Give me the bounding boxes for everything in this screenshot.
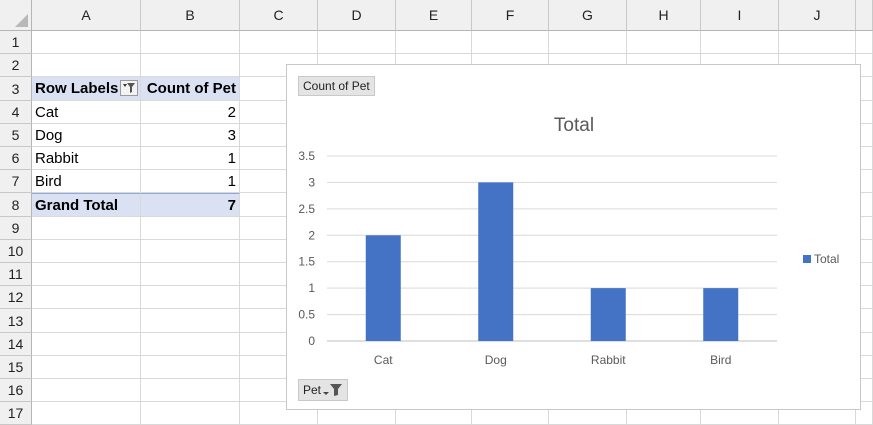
filter-dropdown-icon [323, 383, 343, 403]
cell[interactable] [32, 286, 141, 309]
cell[interactable] [141, 333, 240, 356]
pivot-grand-total-value[interactable]: 7 [141, 193, 240, 217]
chart-plot: Total 00.511.522.533.5 Cat Dog Rabbit Bird … [298, 115, 839, 367]
row-header-9[interactable]: 9 [0, 217, 32, 240]
column-header-C[interactable]: C [240, 0, 318, 31]
pivot-header-count-of-pet[interactable]: Count of Pet [141, 77, 240, 101]
x-tick-label: Dog [485, 353, 507, 367]
pivot-row-value[interactable]: 2 [141, 101, 240, 124]
row-labels-filter-icon[interactable] [120, 80, 138, 96]
cell[interactable] [141, 54, 240, 77]
cell[interactable] [472, 31, 549, 54]
row-header-14[interactable]: 14 [0, 333, 32, 356]
cell[interactable] [141, 286, 240, 309]
x-tick-label: Rabbit [591, 353, 626, 367]
column-header-F[interactable]: F [472, 0, 549, 31]
pet-field-label: Pet [303, 383, 322, 397]
x-tick-label: Cat [374, 353, 393, 367]
row-header-15[interactable]: 15 [0, 356, 32, 379]
y-tick-label: 0.5 [298, 308, 315, 322]
cell[interactable] [701, 31, 779, 54]
pivot-row-value[interactable]: 1 [141, 170, 240, 193]
column-header-A[interactable]: A [32, 0, 141, 31]
y-tick-label: 2.5 [298, 202, 315, 216]
cell[interactable] [779, 31, 856, 54]
x-tick-label: Bird [710, 353, 731, 367]
cell[interactable] [141, 263, 240, 286]
cell[interactable] [240, 31, 318, 54]
column-header-J[interactable]: J [779, 0, 856, 31]
pet-field-button[interactable]: Pet [298, 379, 349, 403]
pivot-row-label[interactable]: Dog [32, 124, 141, 147]
cell[interactable] [141, 402, 240, 425]
cell[interactable] [318, 31, 396, 54]
cell[interactable] [141, 356, 240, 379]
cell[interactable] [32, 333, 141, 356]
cell[interactable] [141, 309, 240, 333]
legend-swatch [803, 255, 811, 263]
y-tick-label: 0 [308, 334, 315, 348]
pivot-chart[interactable]: Count of Pet Total 0 0.5 1 1.5 2 2.5 3 3.5 Cat D… [286, 64, 861, 410]
pivot-header-row-labels[interactable]: Row Labels [32, 77, 141, 101]
chart-title: Total [554, 115, 594, 136]
cell[interactable] [32, 54, 141, 77]
bar-bird [703, 288, 739, 341]
y-tick-label: 2 [308, 228, 315, 242]
bar-dog [478, 182, 514, 341]
row-header-5[interactable]: 5 [0, 124, 32, 147]
row-header-8[interactable]: 8 [0, 193, 32, 217]
y-tick-label: 3 [308, 175, 315, 189]
pivot-grand-total-label[interactable]: Grand Total [32, 193, 141, 217]
row-header-1[interactable]: 1 [0, 31, 32, 54]
column-header-extra[interactable] [856, 0, 873, 31]
cell[interactable] [32, 356, 141, 379]
pivot-row-value[interactable]: 1 [141, 147, 240, 170]
cell[interactable] [32, 402, 141, 425]
cell[interactable] [141, 31, 240, 54]
select-all-corner[interactable] [0, 0, 32, 31]
y-tick-label: 1 [308, 281, 315, 295]
row-header-16[interactable]: 16 [0, 379, 32, 402]
row-header-2[interactable]: 2 [0, 54, 32, 77]
cell[interactable] [141, 217, 240, 240]
legend-label: Total [814, 252, 839, 266]
pivot-row-label[interactable]: Bird [32, 170, 141, 193]
cell[interactable] [396, 31, 472, 54]
column-header-E[interactable]: E [396, 0, 472, 31]
cell[interactable] [627, 31, 701, 54]
bar-rabbit [590, 288, 626, 341]
cell[interactable] [32, 309, 141, 333]
pivot-row-label[interactable]: Cat [32, 101, 141, 124]
cell[interactable] [141, 379, 240, 402]
cell[interactable] [32, 217, 141, 240]
pivot-row-value[interactable]: 3 [141, 124, 240, 147]
cell[interactable] [32, 379, 141, 402]
column-header-B[interactable]: B [141, 0, 240, 31]
row-header-4[interactable]: 4 [0, 101, 32, 124]
cell[interactable] [141, 240, 240, 263]
bar-cat [365, 235, 401, 341]
cell[interactable] [856, 31, 873, 54]
cell[interactable] [32, 31, 141, 54]
row-header-6[interactable]: 6 [0, 147, 32, 170]
column-header-I[interactable]: I [701, 0, 779, 31]
row-header-11[interactable]: 11 [0, 263, 32, 286]
column-header-D[interactable]: D [318, 0, 396, 31]
cell[interactable] [32, 240, 141, 263]
row-header-13[interactable]: 13 [0, 309, 32, 333]
row-header-17[interactable]: 17 [0, 402, 32, 425]
y-tick-label: 3.5 [298, 149, 315, 163]
row-header-3[interactable]: 3 [0, 77, 32, 101]
row-header-7[interactable]: 7 [0, 170, 32, 193]
y-tick-label: 1.5 [298, 255, 315, 269]
row-header-12[interactable]: 12 [0, 286, 32, 309]
cell[interactable] [32, 263, 141, 286]
column-header-H[interactable]: H [627, 0, 701, 31]
pivot-row-label[interactable]: Rabbit [32, 147, 141, 170]
cell[interactable] [549, 31, 627, 54]
column-header-G[interactable]: G [549, 0, 627, 31]
row-header-10[interactable]: 10 [0, 240, 32, 263]
